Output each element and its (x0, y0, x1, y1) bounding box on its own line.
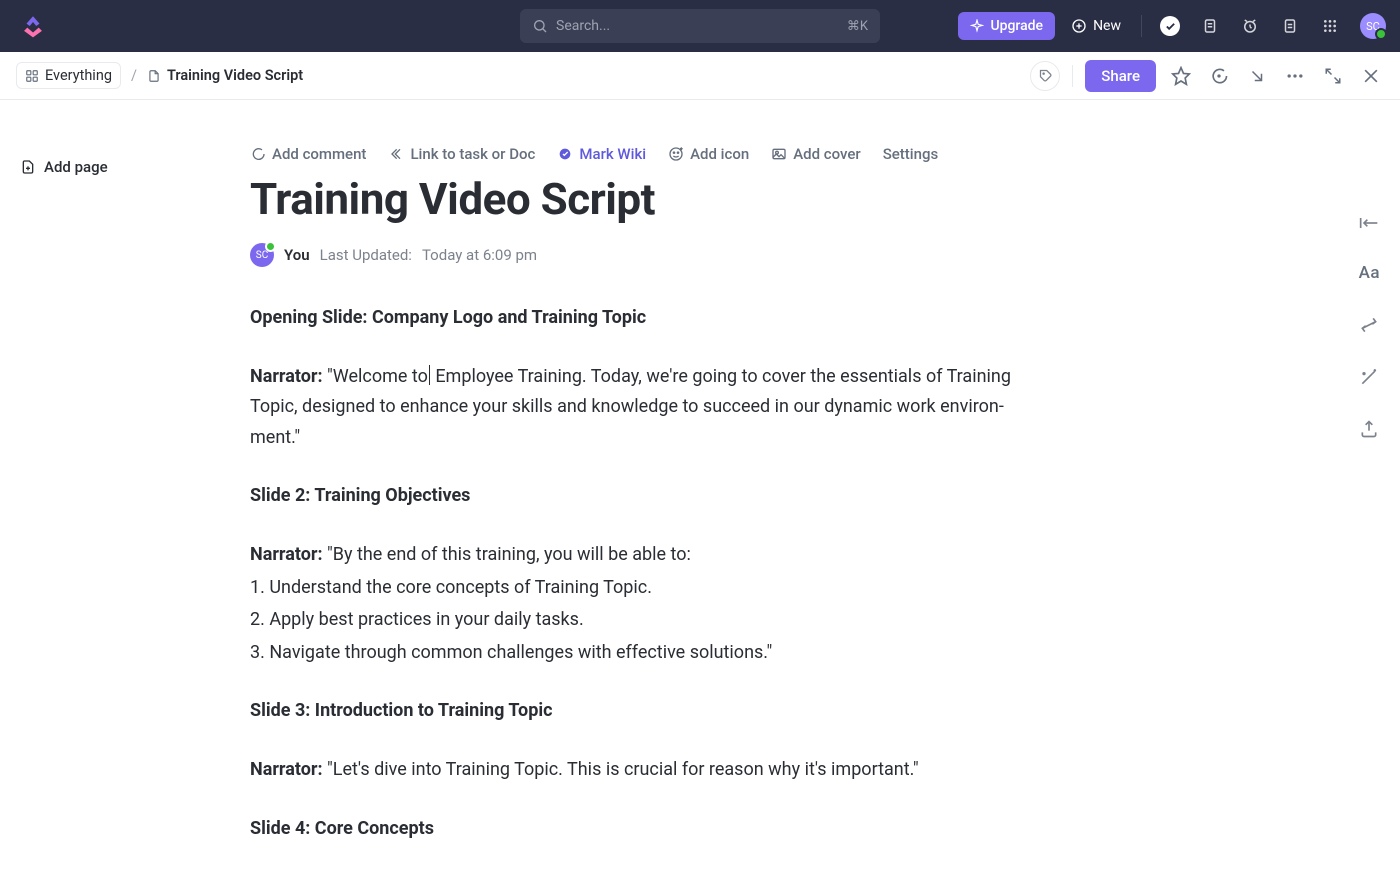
sparkle-icon (970, 19, 984, 33)
settings-label: Settings (883, 145, 939, 163)
collapse-icon[interactable] (1320, 63, 1346, 89)
doc-meta: SC You Last Updated: Today at 6:09 pm (250, 243, 1040, 267)
export-icon[interactable] (1359, 419, 1380, 439)
add-icon-action[interactable]: Add icon (668, 145, 749, 163)
divider (1141, 15, 1142, 37)
tag-button[interactable] (1030, 61, 1060, 91)
breadcrumb-root[interactable]: Everything (16, 62, 121, 89)
narrator-label-3: Narrator: (250, 759, 323, 780)
doc-title[interactable]: Training Video Script (250, 173, 1040, 225)
top-right-actions: Upgrade New SC (958, 10, 1386, 42)
doc-actions-bar: Add comment Link to task or Doc Mark Wik… (250, 145, 1040, 163)
text-cursor (429, 365, 430, 385)
close-icon[interactable] (1358, 63, 1384, 89)
apps-grid-icon[interactable] (1314, 10, 1346, 42)
author-initials: SC (256, 250, 268, 261)
breadcrumb-current[interactable]: Training Video Script (147, 67, 303, 84)
check-circle-icon[interactable] (1154, 10, 1186, 42)
emoji-icon (668, 146, 684, 162)
clipboard-icon[interactable] (1194, 10, 1226, 42)
narrator-text-1a: "Welcome to (323, 366, 428, 387)
alarm-icon[interactable] (1234, 10, 1266, 42)
magic-wand-icon[interactable] (1359, 367, 1380, 387)
add-page-button[interactable]: Add page (0, 158, 250, 176)
avatar-initials: SC (1366, 20, 1380, 33)
wiki-badge-icon (557, 146, 573, 162)
grid-icon (25, 69, 39, 83)
add-cover-label: Add cover (793, 145, 861, 163)
swap-icon[interactable] (1359, 315, 1380, 335)
app-logo[interactable] (20, 13, 46, 39)
share-button[interactable]: Share (1085, 60, 1156, 92)
search-shortcut: ⌘K (847, 19, 868, 34)
add-icon-label: Add icon (690, 145, 749, 163)
comment-icon[interactable] (1206, 63, 1232, 89)
document-icon (147, 69, 161, 83)
add-cover-action[interactable]: Add cover (771, 145, 861, 163)
subheader-actions: Share (1030, 60, 1384, 92)
mark-wiki-label: Mark Wiki (579, 145, 646, 163)
narrator-text-2: "By the end of this training, you will b… (323, 544, 691, 565)
heading-slide4: Slide 4: Core Concepts (250, 818, 434, 839)
mark-wiki-action[interactable]: Mark Wiki (557, 145, 646, 163)
doc-body[interactable]: Opening Slide: Company Logo and Training… (250, 303, 1040, 844)
narrator-text-3: "Let's dive into Training Topic. This is… (323, 759, 919, 780)
updated-value: Today at 6:09 pm (422, 246, 537, 264)
image-icon (771, 146, 787, 162)
heading-slide2: Slide 2: Training Objectives (250, 485, 470, 506)
clickup-logo-icon (20, 13, 46, 39)
link-task-label: Link to task or Doc (410, 145, 535, 163)
breadcrumb-current-label: Training Video Script (167, 67, 303, 84)
download-arrow-icon[interactable] (1244, 63, 1270, 89)
search-icon (532, 18, 548, 34)
comment-bubble-icon (250, 146, 266, 162)
tag-icon (1038, 68, 1053, 83)
notepad-icon[interactable] (1274, 10, 1306, 42)
user-avatar[interactable]: SC (1360, 13, 1386, 39)
updated-label: Last Updated: (320, 246, 412, 264)
search-bar[interactable]: Search... ⌘K (520, 9, 880, 43)
objective-1: 1. Understand the core concepts of Train… (250, 577, 652, 598)
link-task-action[interactable]: Link to task or Doc (388, 145, 535, 163)
objective-2: 2. Apply best practices in your daily ta… (250, 609, 584, 630)
objective-3: 3. Navigate through common challenges wi… (250, 642, 772, 663)
add-page-icon (20, 159, 36, 175)
breadcrumb-separator: / (131, 67, 137, 84)
typography-label: Aa (1359, 263, 1380, 283)
share-label: Share (1101, 67, 1140, 85)
more-icon[interactable] (1282, 63, 1308, 89)
top-bar: Search... ⌘K Upgrade New S (0, 0, 1400, 52)
new-button[interactable]: New (1063, 12, 1129, 40)
author-avatar[interactable]: SC (250, 243, 274, 267)
indent-left-icon[interactable] (1359, 215, 1380, 231)
add-comment-label: Add comment (272, 145, 366, 163)
narrator-label-1: Narrator: (250, 366, 323, 387)
right-rail: Aa (1359, 215, 1380, 439)
heading-opening: Opening Slide: Company Logo and Training… (250, 307, 646, 328)
main-area: Add page Add comment Link to task or Doc… (0, 100, 1400, 872)
heading-slide3: Slide 3: Introduction to Training Topic (250, 700, 552, 721)
star-icon[interactable] (1168, 63, 1194, 89)
subheader: Everything / Training Video Script Share (0, 52, 1400, 100)
upgrade-label: Upgrade (990, 18, 1043, 34)
breadcrumb-root-label: Everything (45, 67, 112, 84)
narrator-label-2: Narrator: (250, 544, 323, 565)
add-page-label: Add page (44, 158, 108, 176)
upgrade-button[interactable]: Upgrade (958, 12, 1055, 40)
settings-action[interactable]: Settings (883, 145, 939, 163)
left-rail: Add page (0, 100, 250, 872)
add-comment-action[interactable]: Add comment (250, 145, 366, 163)
new-label: New (1093, 18, 1121, 34)
author-name: You (284, 246, 310, 264)
typography-icon[interactable]: Aa (1359, 263, 1380, 283)
document-content: Add comment Link to task or Doc Mark Wik… (250, 100, 1040, 872)
link-icon (388, 146, 404, 162)
plus-circle-icon (1071, 18, 1087, 34)
search-placeholder: Search... (556, 18, 610, 34)
divider (1072, 65, 1073, 87)
